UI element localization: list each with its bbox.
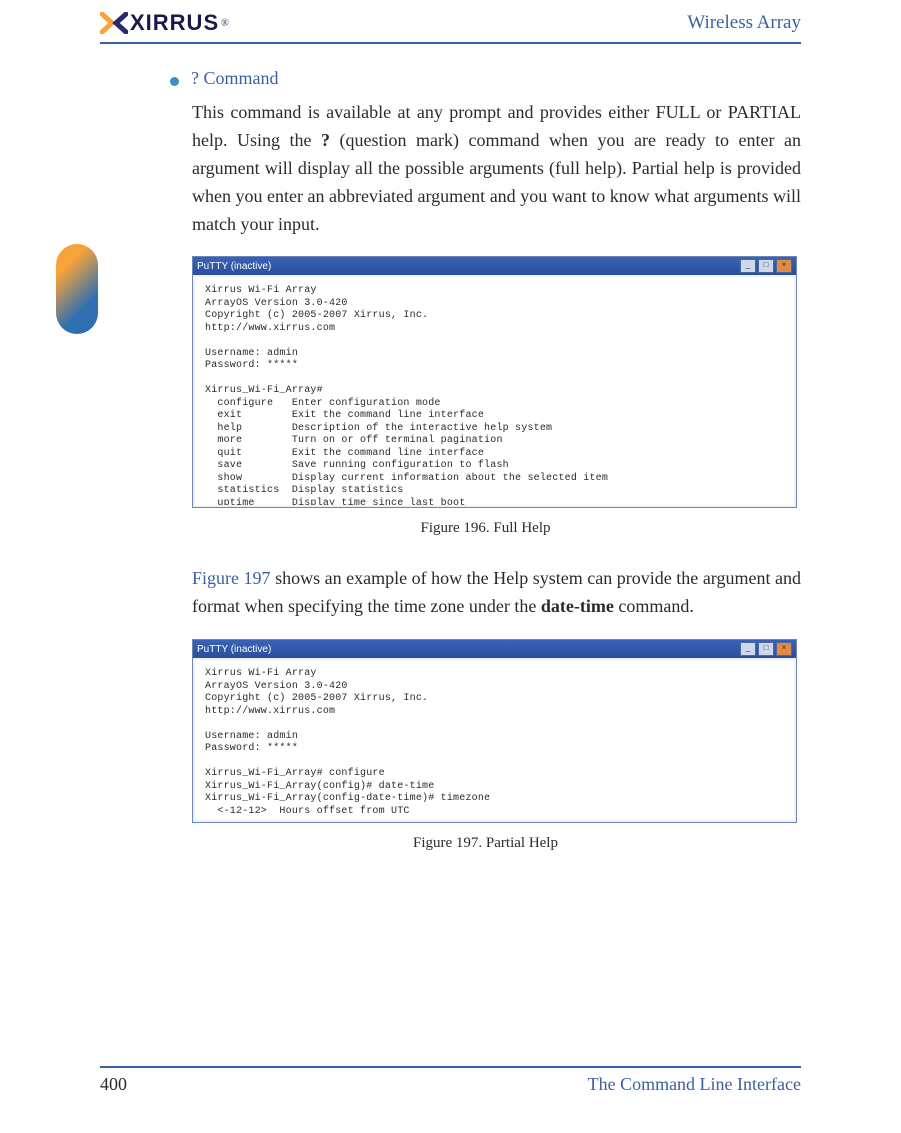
figure-197-caption: Figure 197. Partial Help bbox=[170, 835, 801, 852]
terminal-title: PuTTY (inactive) bbox=[197, 261, 271, 272]
titlebar-buttons: _ □ × bbox=[740, 259, 792, 273]
para1-bold: ? bbox=[321, 130, 330, 150]
paragraph-2: Figure 197 shows an example of how the H… bbox=[192, 565, 801, 621]
logo-registered: ® bbox=[221, 18, 229, 29]
page: XIRRUS ® Wireless Array ? Command This c… bbox=[0, 0, 901, 1133]
page-header: XIRRUS ® Wireless Array bbox=[100, 8, 801, 44]
content-area: ? Command This command is available at a… bbox=[100, 44, 801, 852]
para2-text-b: command. bbox=[614, 596, 694, 616]
heading-text: ? Command bbox=[191, 68, 279, 89]
terminal-window-partial-help: PuTTY (inactive) _ □ × Xirrus Wi-Fi Arra… bbox=[192, 639, 797, 823]
close-button[interactable]: × bbox=[776, 642, 792, 656]
close-button[interactable]: × bbox=[776, 259, 792, 273]
page-number: 400 bbox=[100, 1074, 127, 1095]
footer-section-title: The Command Line Interface bbox=[588, 1074, 801, 1095]
minimize-button[interactable]: _ bbox=[740, 259, 756, 273]
section-heading: ? Command bbox=[170, 68, 801, 89]
para2-bold: date-time bbox=[541, 596, 614, 616]
para2-text-a: shows an example of how the Help system … bbox=[192, 568, 801, 616]
terminal-title: PuTTY (inactive) bbox=[197, 644, 271, 655]
figure-197-link[interactable]: Figure 197 bbox=[192, 568, 271, 588]
terminal-body: Xirrus Wi-Fi Array ArrayOS Version 3.0-4… bbox=[195, 277, 794, 505]
maximize-button[interactable]: □ bbox=[758, 259, 774, 273]
logo: XIRRUS ® bbox=[100, 10, 229, 36]
logo-mark-icon bbox=[100, 12, 128, 34]
logo-text: XIRRUS bbox=[130, 10, 219, 36]
terminal-window-full-help: PuTTY (inactive) _ □ × Xirrus Wi-Fi Arra… bbox=[192, 256, 797, 508]
bullet-icon bbox=[170, 77, 179, 86]
terminal-body: Xirrus Wi-Fi Array ArrayOS Version 3.0-4… bbox=[195, 660, 794, 820]
paragraph-1: This command is available at any prompt … bbox=[192, 99, 801, 238]
titlebar-buttons: _ □ × bbox=[740, 642, 792, 656]
page-footer: 400 The Command Line Interface bbox=[100, 1066, 801, 1095]
document-title: Wireless Array bbox=[687, 12, 801, 34]
terminal-titlebar: PuTTY (inactive) _ □ × bbox=[193, 257, 796, 275]
figure-196-caption: Figure 196. Full Help bbox=[170, 520, 801, 537]
minimize-button[interactable]: _ bbox=[740, 642, 756, 656]
terminal-titlebar: PuTTY (inactive) _ □ × bbox=[193, 640, 796, 658]
maximize-button[interactable]: □ bbox=[758, 642, 774, 656]
side-tab-decoration bbox=[56, 244, 98, 334]
